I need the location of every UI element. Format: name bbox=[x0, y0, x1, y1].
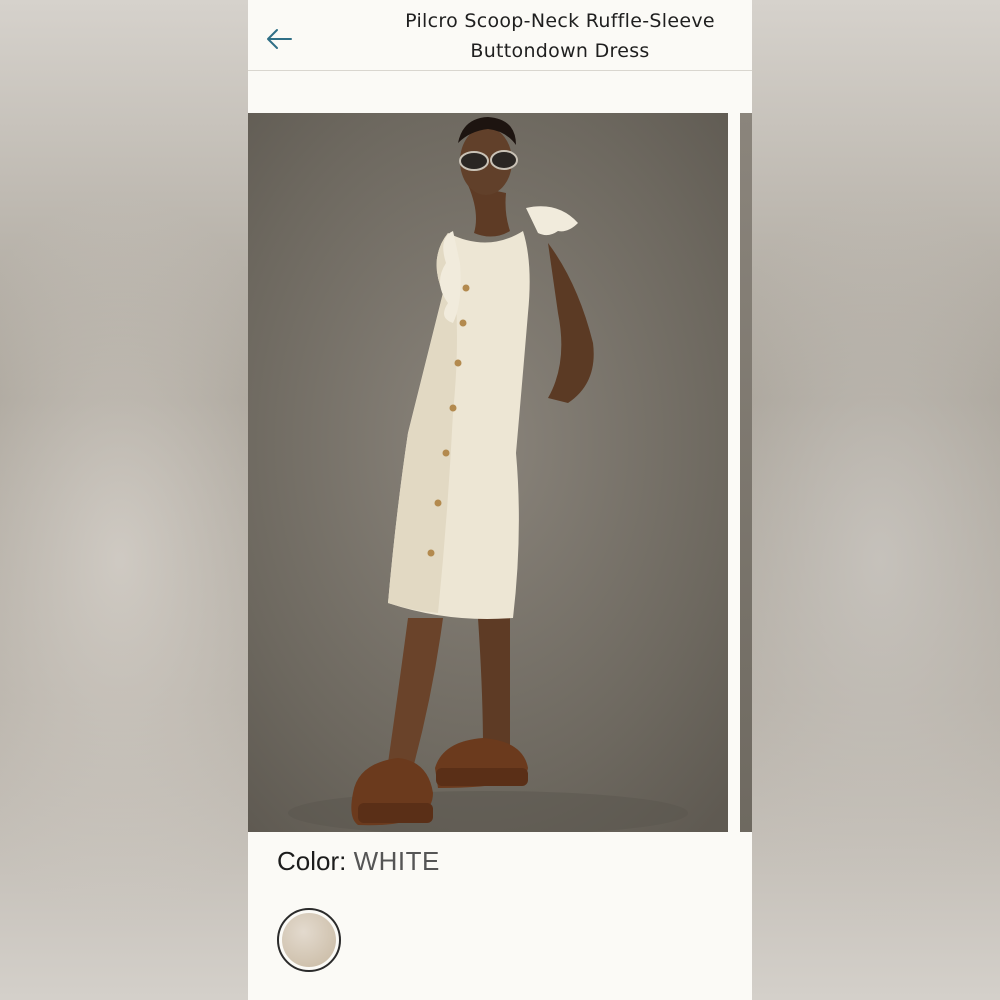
product-title-line-2: Buttondown Dress bbox=[470, 40, 650, 62]
product-photo[interactable] bbox=[248, 113, 728, 832]
image-gallery[interactable] bbox=[248, 113, 752, 832]
product-screen: Pilcro Scoop-Neck Ruffle-Sleeve Buttondo… bbox=[248, 0, 752, 1000]
next-photo-peek[interactable] bbox=[740, 113, 752, 832]
color-swatch-white[interactable] bbox=[277, 908, 341, 972]
model-illustration bbox=[288, 117, 688, 832]
color-selection-label: Color: WHITE bbox=[277, 846, 440, 877]
product-title: Pilcro Scoop-Neck Ruffle-Sleeve Buttondo… bbox=[368, 6, 752, 66]
color-value: WHITE bbox=[353, 846, 440, 876]
product-title-line-1: Pilcro Scoop-Neck Ruffle-Sleeve bbox=[405, 10, 715, 32]
swatch-fill bbox=[282, 913, 336, 967]
back-button[interactable] bbox=[262, 22, 296, 56]
top-bar: Pilcro Scoop-Neck Ruffle-Sleeve Buttondo… bbox=[248, 0, 752, 71]
arrow-left-icon bbox=[267, 29, 292, 49]
color-label: Color: bbox=[277, 846, 347, 876]
